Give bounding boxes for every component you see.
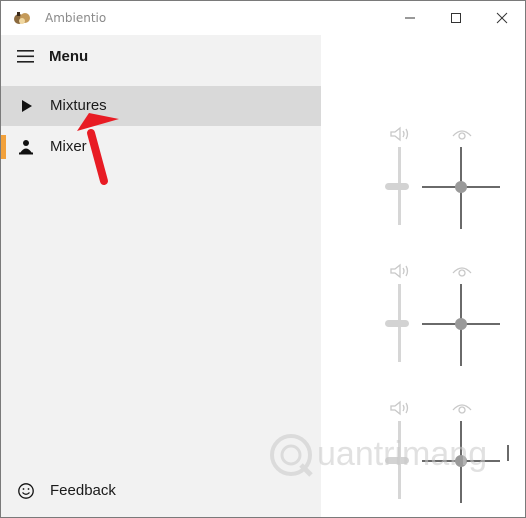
menu-title: Menu [49, 48, 89, 65]
hamburger-menu-icon[interactable] [17, 50, 34, 63]
play-icon [22, 100, 32, 112]
minimize-icon [405, 17, 415, 19]
nav-item-label: Feedback [50, 482, 116, 499]
menu-header[interactable]: Menu [1, 35, 321, 79]
mixer-channel [321, 262, 525, 392]
close-button[interactable] [479, 1, 525, 35]
watermark: uantrimang [267, 425, 525, 489]
watermark-logo-icon [270, 434, 313, 477]
volume-slider-thumb[interactable] [385, 183, 409, 190]
speaker-icon[interactable] [389, 399, 411, 417]
nav-item-mixer[interactable]: Mixer [1, 127, 321, 167]
speaker-icon[interactable] [389, 262, 411, 280]
maximize-icon [451, 13, 461, 23]
eye-icon[interactable] [451, 125, 473, 143]
title-bar[interactable]: Ambientio [1, 1, 525, 35]
watermark-text: uantrimang [317, 435, 488, 473]
position-pad-handle[interactable] [455, 181, 467, 193]
eye-icon[interactable] [451, 262, 473, 280]
mixer-channel [321, 125, 525, 255]
app-window: Ambientio Menu Mixtures Mixer Feedback u… [0, 0, 526, 518]
window-title: Ambientio [45, 11, 107, 25]
speaker-icon[interactable] [389, 125, 411, 143]
active-indicator [1, 135, 6, 159]
smiley-icon [18, 483, 34, 499]
maximize-button[interactable] [433, 1, 479, 35]
eye-icon[interactable] [451, 399, 473, 417]
position-pad-handle[interactable] [455, 318, 467, 330]
app-logo-icon [14, 12, 30, 24]
volume-slider-thumb[interactable] [385, 320, 409, 327]
mixer-icon [19, 140, 33, 155]
nav-item-mixtures[interactable]: Mixtures [1, 86, 321, 126]
annotation-arrow-icon [77, 113, 119, 185]
minimize-button[interactable] [387, 1, 433, 35]
close-icon [496, 12, 508, 24]
